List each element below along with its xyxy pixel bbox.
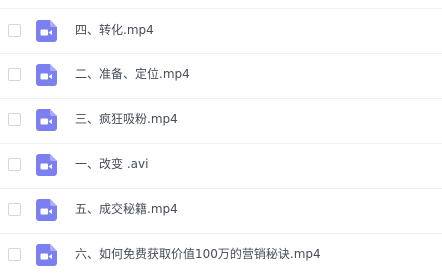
file-row[interactable]: 四、转化.mp4 [0, 9, 442, 54]
video-file-icon [36, 109, 57, 131]
file-list: 四、转化.mp4 二、准备、定位.mp4 三、疯狂吸粉.mp4 一、改变 .av… [0, 0, 442, 274]
video-file-icon [35, 244, 57, 266]
row-checkbox[interactable] [8, 158, 21, 171]
file-row[interactable]: 一、改变 .avi [0, 144, 442, 189]
file-name[interactable]: 一、改变 .avi [75, 156, 148, 172]
row-checkbox[interactable] [8, 24, 21, 37]
video-file-icon [35, 154, 57, 176]
file-name[interactable]: 三、疯狂吸粉.mp4 [75, 111, 178, 127]
video-file-icon [35, 20, 57, 42]
video-file-icon [35, 64, 57, 86]
video-file-icon [36, 64, 57, 86]
file-name[interactable]: 六、如何免费获取价值100万的营销秘诀.mp4 [75, 246, 321, 262]
video-file-icon [36, 20, 57, 42]
file-row[interactable]: 五、成交秘籍.mp4 [0, 189, 442, 234]
video-file-icon [35, 199, 57, 221]
row-checkbox[interactable] [8, 68, 21, 81]
file-row[interactable]: 二、准备、定位.mp4 [0, 54, 442, 99]
video-file-icon [36, 154, 57, 176]
file-row[interactable]: 三、疯狂吸粉.mp4 [0, 99, 442, 144]
video-file-icon [36, 244, 57, 266]
row-checkbox[interactable] [8, 248, 21, 261]
file-name[interactable]: 二、准备、定位.mp4 [75, 66, 190, 82]
row-checkbox[interactable] [8, 203, 21, 216]
file-name[interactable]: 五、成交秘籍.mp4 [75, 201, 178, 217]
row-checkbox[interactable] [8, 113, 21, 126]
file-row[interactable]: 六、如何免费获取价值100万的营销秘诀.mp4 [0, 234, 442, 274]
video-file-icon [35, 109, 57, 131]
file-name[interactable]: 四、转化.mp4 [75, 22, 154, 38]
video-file-icon [36, 199, 57, 221]
